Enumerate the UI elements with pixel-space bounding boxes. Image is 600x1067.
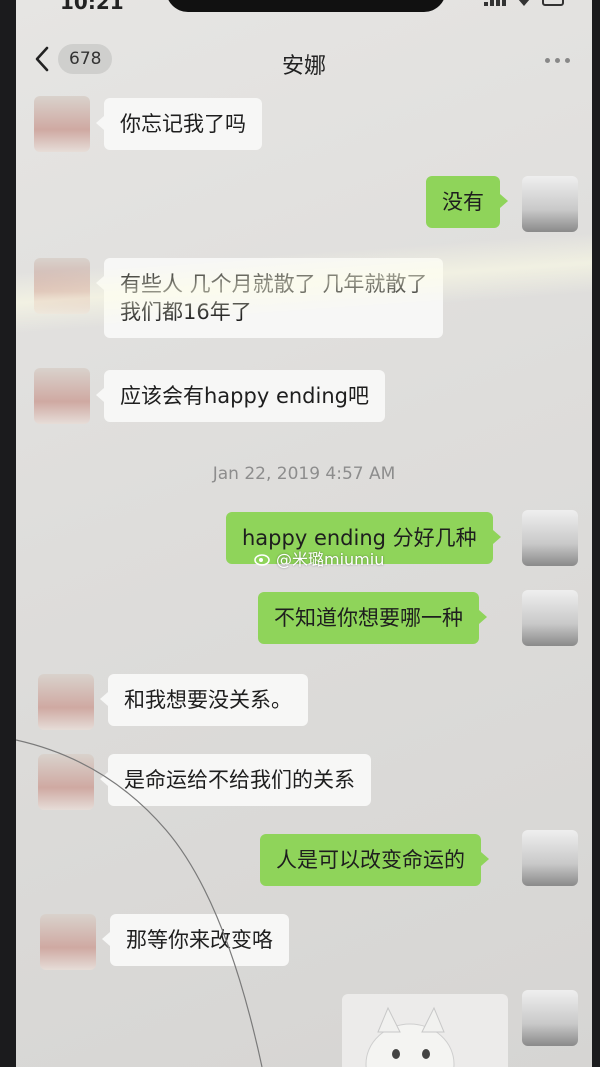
weibo-icon [254, 554, 270, 566]
contact-avatar[interactable] [34, 96, 90, 152]
battery-icon [542, 0, 564, 6]
message-bubble-incoming[interactable]: 有些人 几个月就散了 几年就散了 我们都16年了 [95, 258, 444, 338]
message-bubble-incoming[interactable]: 应该会有happy ending吧 [96, 370, 385, 422]
contact-avatar[interactable] [34, 368, 90, 424]
wifi-icon [518, 0, 530, 6]
status-time: 10:21 [60, 0, 124, 14]
message-timestamp: Jan 22, 2019 4:57 AM [212, 464, 396, 484]
my-avatar[interactable] [522, 990, 578, 1046]
chat-title: 安娜 [281, 54, 326, 79]
message-bubble-incoming[interactable]: 那等你来改变咯 [102, 914, 289, 966]
notch [166, 0, 446, 12]
my-avatar[interactable] [522, 590, 578, 646]
chat-screen: 10:21 678 安娜 你忘记我了吗 没有 有些人 几个月就散了 几年就散了 … [16, 0, 592, 1067]
status-icons [484, 0, 564, 6]
message-bubble-incoming[interactable]: 和我想要没关系。 [100, 674, 308, 726]
contact-avatar[interactable] [34, 258, 90, 314]
my-avatar[interactable] [522, 830, 578, 886]
status-bar: 10:21 [16, 0, 592, 16]
message-bubble-outgoing[interactable]: 没有 [426, 176, 508, 228]
sticker-image-message[interactable] [342, 994, 508, 1067]
message-bubble-incoming[interactable]: 是命运给不给我们的关系 [100, 754, 371, 806]
more-options-icon[interactable] [545, 58, 570, 63]
message-bubble-outgoing[interactable]: 人是可以改变命运的 [260, 834, 489, 886]
cat-sticker-icon [365, 1006, 455, 1067]
contact-avatar[interactable] [38, 674, 94, 730]
contact-avatar[interactable] [40, 914, 96, 970]
signal-icon [484, 0, 506, 6]
contact-avatar[interactable] [38, 754, 94, 810]
my-avatar[interactable] [522, 176, 578, 232]
message-bubble-outgoing[interactable]: 不知道你想要哪一种 [258, 592, 487, 644]
message-bubble-incoming[interactable]: 你忘记我了吗 [96, 98, 262, 150]
chat-header: 678 安娜 [16, 34, 592, 90]
watermark: @米璐miumiu [254, 546, 384, 570]
my-avatar[interactable] [522, 510, 578, 566]
